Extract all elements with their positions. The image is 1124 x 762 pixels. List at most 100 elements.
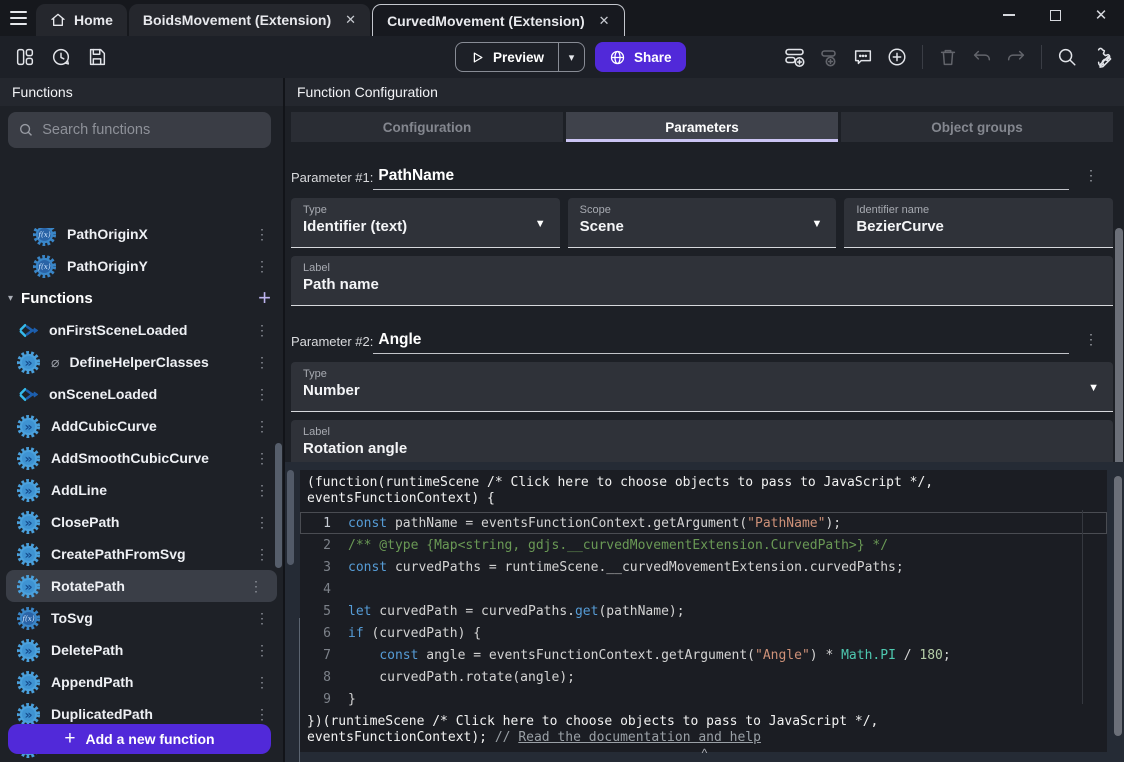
sidebar-item-pathoriginy[interactable]: f(x)PathOriginY⋮ [0,250,283,282]
line-number: 4 [301,579,331,599]
sidebar-item-createpathfromsvg[interactable]: »CreatePathFromSvg⋮ [0,538,283,570]
item-menu-icon[interactable]: ⋮ [249,228,275,243]
add-comment-icon[interactable] [850,44,876,70]
close-tab-icon[interactable]: ✕ [339,12,356,28]
code-line-6[interactable]: 6if (curvedPath) { [300,622,1107,644]
share-button[interactable]: Share [595,42,686,72]
type-select[interactable]: Type Identifier (text) ▼ [291,198,560,248]
sidebar-item-onsceneloaded[interactable]: onSceneLoaded⋮ [0,378,283,410]
field-value: Number [303,382,1101,399]
save-icon[interactable] [84,44,110,70]
code-line-8[interactable]: 8 curvedPath.rotate(angle); [300,666,1107,688]
collapse-caret[interactable]: ^ [702,746,708,760]
preview-dropdown[interactable]: ▾ [558,43,584,71]
parameters-scrollbar-thumb[interactable] [1115,228,1123,466]
add-function-button[interactable]: + Add a new function [8,724,271,754]
label-field[interactable]: Label Path name [291,256,1113,306]
item-menu-icon[interactable]: ⋮ [243,578,269,595]
code-line-3[interactable]: 3const curvedPaths = runtimeScene.__curv… [300,556,1107,578]
code-line-4[interactable]: 4 [300,578,1107,600]
sidebar-item-addline[interactable]: »AddLine⋮ [0,474,283,506]
collapse-arrow-icon[interactable]: ▾ [8,293,13,304]
add-icon[interactable]: + [258,288,271,308]
add-subevent-icon[interactable] [816,44,842,70]
project-panels-icon[interactable] [12,44,38,70]
tab-boidsmovement[interactable]: BoidsMovement (Extension) ✕ [129,4,370,36]
menu-icon[interactable] [0,0,36,36]
redo-icon[interactable] [1003,44,1029,70]
documentation-link[interactable]: Read the documentation and help [518,730,761,745]
code-line-5[interactable]: 5let curvedPath = curvedPaths.get(pathNa… [300,600,1107,622]
code-scrollbar-thumb[interactable] [1114,476,1122,736]
identifier-name-field[interactable]: Identifier name BezierCurve [844,198,1113,248]
item-menu-icon[interactable]: ⋮ [249,258,275,275]
item-menu-icon[interactable]: ⋮ [249,514,275,531]
item-menu-icon[interactable]: ⋮ [249,418,275,435]
tab-curvedmovement[interactable]: CurvedMovement (Extension) ✕ [372,4,625,36]
action-function-icon: » [16,510,41,535]
item-menu-icon[interactable]: ⋮ [249,546,275,563]
events-left-scrollbar-thumb[interactable] [287,470,294,565]
function-name: DeletePath [51,642,123,658]
code-line-7[interactable]: 7 const angle = eventsFunctionContext.ge… [300,644,1107,666]
sidebar-item-onfirstsceneloaded[interactable]: onFirstSceneLoaded⋮ [0,314,283,346]
history-icon[interactable] [48,44,74,70]
function-name: DuplicatedPath [51,706,153,722]
tab-configuration[interactable]: Configuration [291,112,563,142]
tab-home[interactable]: Home [36,4,127,36]
sidebar-item-addsmoothcubiccurve[interactable]: »AddSmoothCubicCurve⋮ [0,442,283,474]
item-menu-icon[interactable]: ⋮ [249,642,275,659]
function-name: AppendPath [51,674,133,690]
item-menu-icon[interactable]: ⋮ [249,450,275,467]
functions-section-header[interactable]: ▾Functions+ [0,282,283,314]
item-menu-icon[interactable]: ⋮ [249,386,275,403]
search-box[interactable] [8,112,271,148]
edit-extension-icon[interactable] [1088,44,1114,70]
parameter-name-input[interactable]: PathName [373,167,1069,190]
search-icon[interactable] [1054,44,1080,70]
search-input[interactable] [42,122,261,138]
tab-parameters[interactable]: Parameters [566,112,838,142]
sidebar-item-addcubiccurve[interactable]: »AddCubicCurve⋮ [0,410,283,442]
code-line-1[interactable]: 1const pathName = eventsFunctionContext.… [300,512,1107,534]
sidebar-item-pathoriginx[interactable]: f(x)PathOriginX⋮ [0,228,283,250]
action-function-icon: » [16,446,41,471]
add-circle-icon[interactable] [884,44,910,70]
maximize-button[interactable] [1032,0,1078,30]
sidebar-item-definehelperclasses[interactable]: »⌀DefineHelperClasses⋮ [0,346,283,378]
undo-icon[interactable] [969,44,995,70]
parameter-name-input[interactable]: Angle [373,331,1069,354]
sidebar-item-rotatepath[interactable]: »RotatePath⋮ [6,570,277,602]
line-number: 5 [301,601,331,621]
code-header[interactable]: (function(runtimeScene /* Click here to … [300,470,1107,509]
preview-button[interactable]: Preview ▾ [455,42,585,72]
js-code-editor[interactable]: (function(runtimeScene /* Click here to … [300,470,1107,752]
item-menu-icon[interactable]: ⋮ [249,610,275,627]
field-label: Identifier name [856,204,1101,216]
code-line-9[interactable]: 9} [300,688,1107,710]
item-menu-icon[interactable]: ⋮ [249,674,275,691]
item-menu-icon[interactable]: ⋮ [249,322,275,339]
sidebar-item-deletepath[interactable]: »DeletePath⋮ [0,634,283,666]
item-menu-icon[interactable]: ⋮ [249,706,275,723]
action-function-icon: » [16,414,41,439]
sidebar-item-closepath[interactable]: »ClosePath⋮ [0,506,283,538]
tab-object-groups[interactable]: Object groups [841,112,1113,142]
sidebar-item-tosvg[interactable]: f(x)ToSvg⋮ [0,602,283,634]
scope-select[interactable]: Scope Scene ▼ [568,198,837,248]
minimize-button[interactable] [986,0,1032,30]
sidebar-item-appendpath[interactable]: »AppendPath⋮ [0,666,283,698]
item-menu-icon[interactable]: ⋮ [249,482,275,499]
line-number: 8 [301,667,331,687]
type-select[interactable]: Type Number ▼ [291,362,1113,412]
parameter-menu-icon[interactable]: ⋮ [1069,167,1113,190]
trash-icon[interactable] [935,44,961,70]
sidebar-scrollbar-thumb[interactable] [275,443,282,568]
code-line-2[interactable]: 2/** @type {Map<string, gdjs.__curvedMov… [300,534,1107,556]
preview-main[interactable]: Preview [456,43,558,71]
item-menu-icon[interactable]: ⋮ [249,354,275,371]
add-event-icon[interactable] [782,44,808,70]
close-button[interactable]: ✕ [1078,0,1124,30]
parameter-menu-icon[interactable]: ⋮ [1069,331,1113,354]
close-tab-icon[interactable]: ✕ [593,13,610,29]
